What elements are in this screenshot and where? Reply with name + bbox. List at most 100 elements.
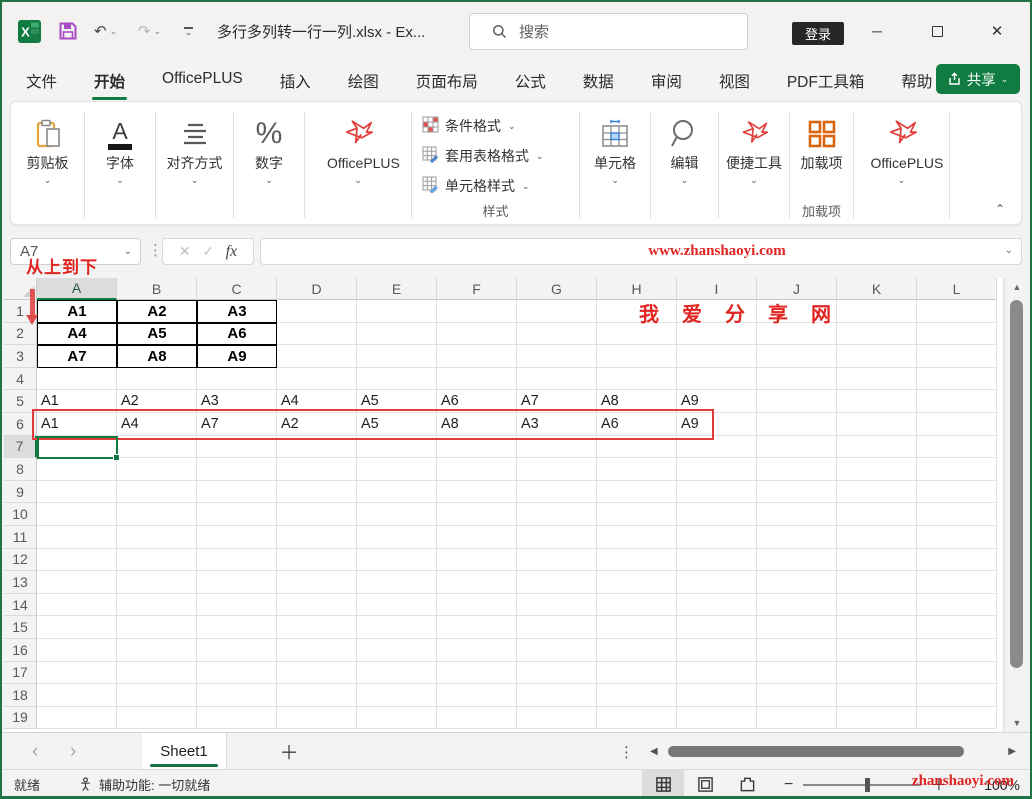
row-header-12[interactable]: 12: [4, 548, 37, 572]
formula-input[interactable]: www.zhanshaoyi.com ⌄: [260, 238, 1022, 265]
cell-A12[interactable]: [37, 548, 117, 572]
cell-E9[interactable]: [357, 480, 437, 504]
cell-L8[interactable]: [917, 458, 997, 481]
cell-B13[interactable]: [117, 571, 197, 594]
cell-L5[interactable]: [917, 390, 997, 413]
cell-L12[interactable]: [917, 548, 997, 572]
cell-F3[interactable]: [437, 345, 517, 368]
cell-H15[interactable]: [597, 616, 677, 639]
cell-E2[interactable]: [357, 322, 437, 346]
redo-button[interactable]: ↷ ⌄: [138, 2, 161, 60]
cell-F14[interactable]: [437, 593, 517, 617]
cell-F8[interactable]: [437, 458, 517, 481]
group-title[interactable]: 加载项: [802, 201, 841, 220]
column-header-C[interactable]: C: [197, 278, 277, 300]
cell-H13[interactable]: [597, 571, 677, 594]
cell-A13[interactable]: [37, 571, 117, 594]
zoom-slider-thumb[interactable]: [865, 777, 871, 792]
undo-button[interactable]: ↶ ⌄: [94, 2, 117, 60]
tab-公式[interactable]: 公式: [513, 66, 548, 96]
cell-H3[interactable]: [597, 345, 677, 368]
cell-C14[interactable]: [197, 593, 277, 617]
cell-D18[interactable]: [277, 684, 357, 707]
cell-G14[interactable]: [517, 593, 597, 617]
ribbon-group-OfficePLUS[interactable]: OfficePLUS ⌄: [854, 107, 949, 224]
cell-F1[interactable]: [437, 300, 517, 323]
save-icon[interactable]: [58, 2, 78, 60]
cell-B11[interactable]: [117, 525, 197, 549]
cell-G18[interactable]: [517, 684, 597, 707]
cell-C11[interactable]: [197, 525, 277, 549]
cell-F11[interactable]: [437, 525, 517, 549]
column-header-F[interactable]: F: [437, 278, 517, 300]
cell-F9[interactable]: [437, 480, 517, 504]
ribbon-group-数字[interactable]: % 数字 ⌄: [234, 107, 304, 224]
cell-L7[interactable]: [917, 435, 997, 459]
cell-D15[interactable]: [277, 616, 357, 639]
cell-K3[interactable]: [837, 345, 917, 368]
tab-OfficePLUS[interactable]: OfficePLUS: [160, 66, 245, 96]
add-sheet-button[interactable]: ＋: [274, 733, 304, 770]
cell-G8[interactable]: [517, 458, 597, 481]
cell-G11[interactable]: [517, 525, 597, 549]
cell-J17[interactable]: [757, 661, 837, 685]
cell-G13[interactable]: [517, 571, 597, 594]
cell-C1[interactable]: A3: [197, 300, 277, 323]
cell-I16[interactable]: [677, 638, 757, 662]
cell-F13[interactable]: [437, 571, 517, 594]
cell-K12[interactable]: [837, 548, 917, 572]
cell-L9[interactable]: [917, 480, 997, 504]
vertical-scrollbar-thumb[interactable]: [1010, 300, 1023, 668]
cell-J4[interactable]: [757, 367, 837, 391]
cell-E18[interactable]: [357, 684, 437, 707]
cell-H19[interactable]: [597, 706, 677, 730]
column-header-B[interactable]: B: [117, 278, 197, 300]
cell-I12[interactable]: [677, 548, 757, 572]
cell-H8[interactable]: [597, 458, 677, 481]
cell-C18[interactable]: [197, 684, 277, 707]
cell-D9[interactable]: [277, 480, 357, 504]
cell-I18[interactable]: [677, 684, 757, 707]
search-input[interactable]: 搜索: [469, 13, 748, 50]
formula-bar-drag-handle-icon[interactable]: ⋮: [148, 241, 163, 259]
cell-J9[interactable]: [757, 480, 837, 504]
column-header-L[interactable]: L: [917, 278, 997, 300]
cell-J12[interactable]: [757, 548, 837, 572]
button-单元格样式[interactable]: 单元格样式 ⌄: [422, 171, 569, 201]
cell-J14[interactable]: [757, 593, 837, 617]
cell-E10[interactable]: [357, 503, 437, 526]
cell-J7[interactable]: [757, 435, 837, 459]
cell-K14[interactable]: [837, 593, 917, 617]
ribbon-group-加载项[interactable]: 加载项 加载项: [790, 107, 853, 224]
row-header-4[interactable]: 4: [4, 367, 37, 391]
row-header-17[interactable]: 17: [4, 661, 37, 685]
excel-app-icon[interactable]: X: [18, 2, 41, 60]
cell-H14[interactable]: [597, 593, 677, 617]
cell-D2[interactable]: [277, 322, 357, 346]
column-header-H[interactable]: H: [597, 278, 677, 300]
cell-I3[interactable]: [677, 345, 757, 368]
cell-B18[interactable]: [117, 684, 197, 707]
maximize-button[interactable]: [914, 2, 960, 60]
row-header-3[interactable]: 3: [4, 345, 37, 368]
cell-K10[interactable]: [837, 503, 917, 526]
cell-B15[interactable]: [117, 616, 197, 639]
cell-B10[interactable]: [117, 503, 197, 526]
scroll-up-icon[interactable]: ▲: [1005, 278, 1029, 296]
cell-B19[interactable]: [117, 706, 197, 730]
column-header-E[interactable]: E: [357, 278, 437, 300]
cell-I15[interactable]: [677, 616, 757, 639]
cell-K9[interactable]: [837, 480, 917, 504]
cell-E3[interactable]: [357, 345, 437, 368]
cell-L2[interactable]: [917, 322, 997, 346]
cell-C12[interactable]: [197, 548, 277, 572]
cell-L3[interactable]: [917, 345, 997, 368]
cell-J18[interactable]: [757, 684, 837, 707]
cell-A18[interactable]: [37, 684, 117, 707]
tab-绘图[interactable]: 绘图: [346, 66, 381, 96]
column-header-I[interactable]: I: [677, 278, 757, 300]
cell-H18[interactable]: [597, 684, 677, 707]
close-button[interactable]: ✕: [974, 2, 1020, 60]
cell-C8[interactable]: [197, 458, 277, 481]
row-header-8[interactable]: 8: [4, 458, 37, 481]
